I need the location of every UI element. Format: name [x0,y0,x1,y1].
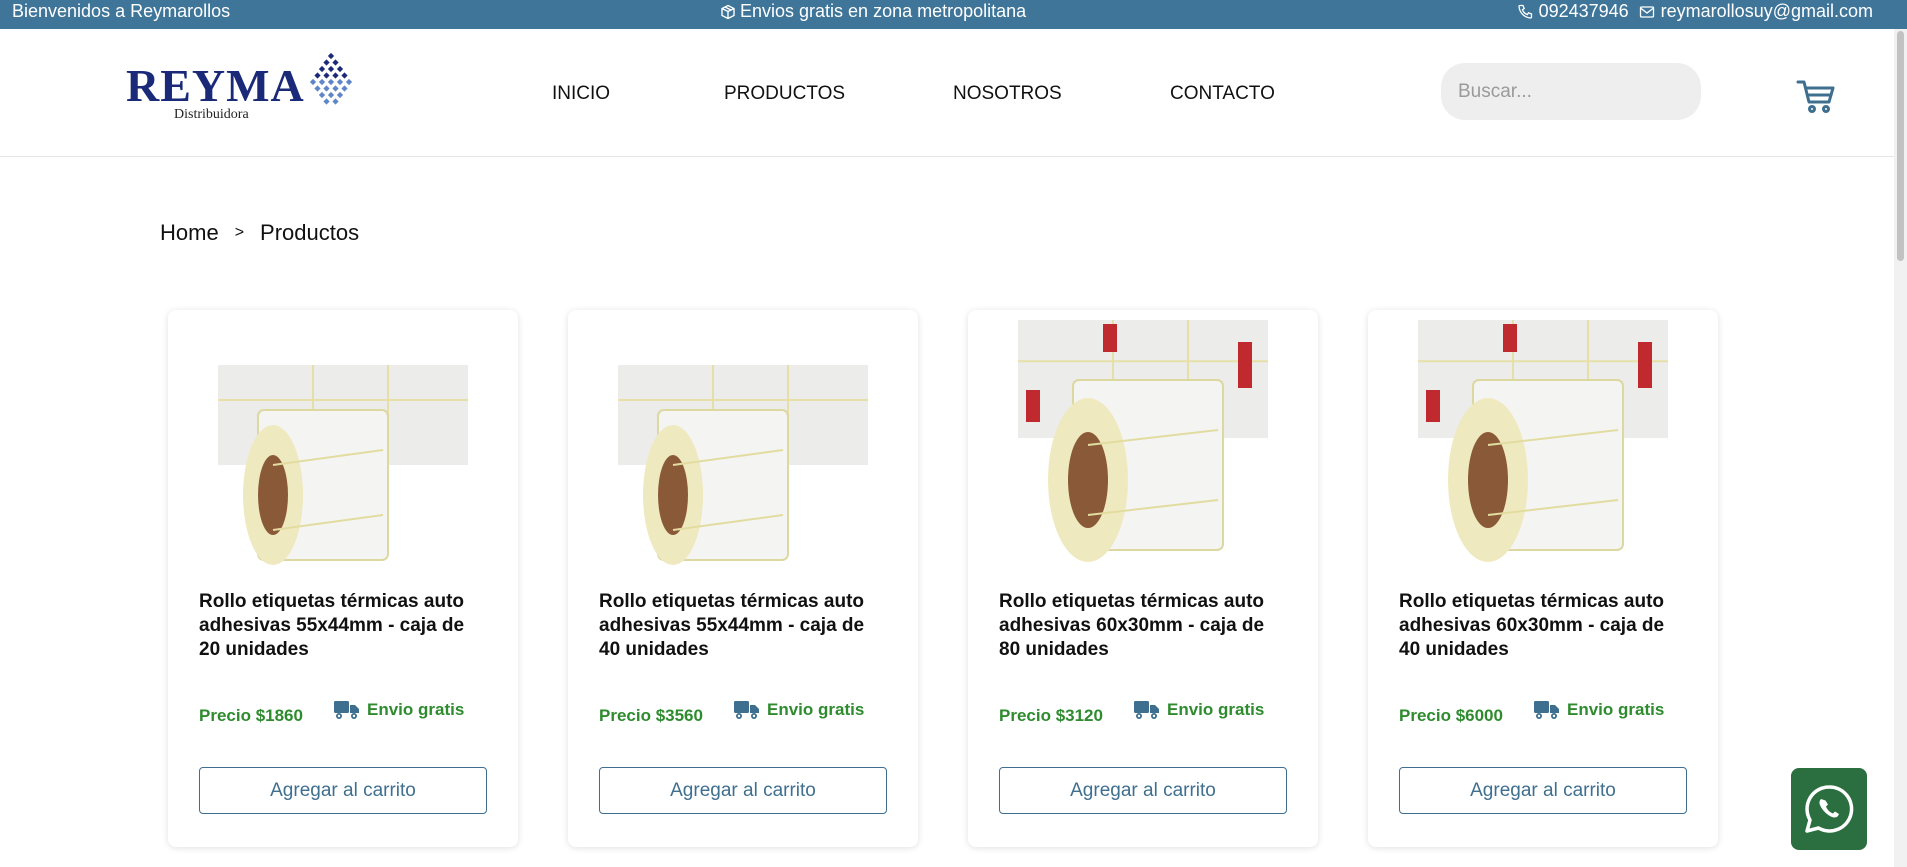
product-card: Rollo etiquetas térmicas auto adhesivas … [168,310,518,847]
whatsapp-icon [1805,785,1854,833]
nav-inicio[interactable]: INICIO [552,83,610,105]
product-image[interactable] [1018,320,1268,570]
brand-subtitle: Distribuidora [174,107,249,122]
product-price: Precio $3120 [999,706,1103,725]
truck-icon [1534,701,1559,719]
brand-logo[interactable]: REYMA Distribuidora [126,51,366,131]
breadcrumb-current: Productos [260,220,360,245]
product-image-wrap[interactable] [1018,320,1268,570]
nav-contacto[interactable]: CONTACTO [1170,83,1275,105]
main-navbar: REYMA Distribuidora INICIO PRODUCTOS NOS… [0,29,1894,157]
nav-nosotros[interactable]: NOSOTROS [953,83,1062,105]
top-bar: Bienvenidos a Reymarollos Envios gratis … [0,0,1907,29]
add-to-cart-button[interactable]: Agregar al carrito [999,767,1287,814]
diamond-pattern-icon [309,52,353,105]
breadcrumb: Home > Productos [160,220,359,246]
scrollbar-thumb[interactable] [1897,31,1904,261]
product-image-wrap[interactable] [1418,320,1668,570]
box-icon [721,4,735,19]
product-image-wrap[interactable] [618,320,868,570]
product-title[interactable]: Rollo etiquetas térmicas auto adhesivas … [1399,590,1689,662]
product-image[interactable] [618,320,868,570]
brand-name: REYMA [126,60,305,111]
truck-icon [734,701,759,719]
add-to-cart-button[interactable]: Agregar al carrito [199,767,487,814]
free-shipping-label: Envio gratis [734,700,864,720]
product-title[interactable]: Rollo etiquetas térmicas auto adhesivas … [999,590,1289,662]
product-image-wrap[interactable] [218,320,468,570]
search-input[interactable] [1441,63,1701,120]
welcome-text: Bienvenidos a Reymarollos [12,1,231,21]
contact-info: 092437946 reymarollosuy@gmail.com [1517,1,1873,22]
email-link[interactable]: reymarollosuy@gmail.com [1661,1,1873,22]
shipping-notice: Envios gratis en zona metropolitana [720,1,1026,22]
whatsapp-button[interactable] [1791,768,1867,850]
add-to-cart-button[interactable]: Agregar al carrito [599,767,887,814]
free-shipping-label: Envio gratis [1134,700,1264,720]
free-shipping-text: Envio gratis [1567,700,1665,719]
free-shipping-text: Envio gratis [367,700,465,719]
free-shipping-text: Envio gratis [767,700,865,719]
breadcrumb-separator: > [234,224,245,241]
nav-productos[interactable]: PRODUCTOS [724,83,845,105]
product-card: Rollo etiquetas térmicas auto adhesivas … [568,310,918,847]
free-shipping-text: Envio gratis [1167,700,1265,719]
add-to-cart-button[interactable]: Agregar al carrito [1399,767,1687,814]
truck-icon [334,701,359,719]
product-price: Precio $6000 [1399,706,1503,725]
product-card: Rollo etiquetas térmicas auto adhesivas … [968,310,1318,847]
scrollbar[interactable] [1894,29,1907,867]
product-price: Precio $1860 [199,706,303,725]
product-card: Rollo etiquetas térmicas auto adhesivas … [1368,310,1718,847]
product-title[interactable]: Rollo etiquetas térmicas auto adhesivas … [199,590,489,662]
free-shipping-label: Envio gratis [334,700,464,720]
truck-icon [1134,701,1159,719]
breadcrumb-home[interactable]: Home [160,220,219,246]
product-price: Precio $3560 [599,706,703,725]
product-image[interactable] [218,320,468,570]
mail-icon [1639,5,1654,18]
shipping-text: Envios gratis en zona metropolitana [740,1,1027,21]
phone-icon [1517,4,1532,19]
phone-link[interactable]: 092437946 [1539,1,1629,22]
free-shipping-label: Envio gratis [1534,700,1664,720]
product-title[interactable]: Rollo etiquetas térmicas auto adhesivas … [599,590,889,662]
product-image[interactable] [1418,320,1668,570]
cart-icon[interactable] [1796,78,1836,114]
